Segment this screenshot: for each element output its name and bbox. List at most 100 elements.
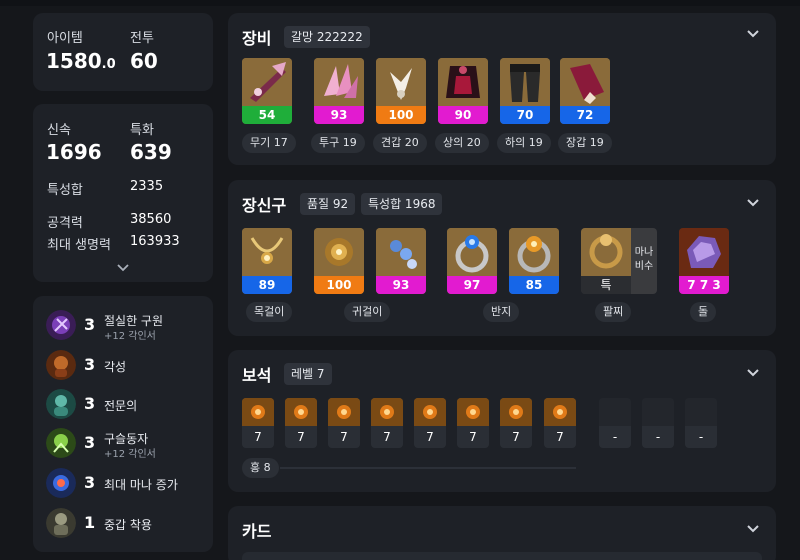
engraving-row[interactable]: 3 최대 마나 증가	[46, 468, 206, 498]
helmet-icon	[314, 58, 364, 106]
equipment-item-helmet[interactable]: 93	[314, 58, 364, 124]
attack-value: 38560	[130, 212, 172, 227]
accessory-ring-1[interactable]: 97	[447, 228, 497, 294]
bracelet-icon	[581, 228, 631, 276]
item-level-label: 아이템	[47, 31, 83, 46]
gem-slot[interactable]: 7	[544, 398, 576, 448]
item-level-decimal: .0	[101, 57, 116, 72]
equipment-item-shoulder[interactable]: 100	[376, 58, 426, 124]
specialization-value: 639	[130, 140, 172, 164]
app-root: 아이템 1580.0 전투 60 신속 1696 특화 639 특성합 2335…	[0, 0, 800, 560]
accessory-ability-stone[interactable]: 7 7 3	[679, 228, 729, 294]
engraving-level: 3	[84, 315, 96, 334]
accessory-label-necklace: 목걸이	[246, 302, 293, 322]
top-strip	[0, 0, 800, 6]
collapse-cards-chevron-icon[interactable]	[746, 524, 760, 534]
grudge-purple-icon	[46, 310, 76, 340]
attack-label: 공격력	[47, 216, 83, 231]
equipment-label-shoulder: 견갑 20	[373, 133, 427, 153]
equipment-item-gloves[interactable]: 72	[560, 58, 610, 124]
equipment-item-chest[interactable]: 90	[438, 58, 488, 124]
gem-level: 7	[328, 426, 360, 448]
item-quality: 85	[509, 276, 559, 294]
earring-icon	[376, 228, 426, 276]
accessory-label-stone: 돌	[690, 302, 717, 322]
ring-icon	[509, 228, 559, 276]
gem-slot[interactable]: 7	[285, 398, 317, 448]
gem-empty-value: -	[599, 426, 631, 448]
equipment-set-badge: 갈망 222222	[284, 26, 370, 48]
gem-icon	[414, 398, 446, 426]
gem-level: 7	[500, 426, 532, 448]
combat-level-label: 전투	[130, 31, 154, 46]
chest-icon	[438, 58, 488, 106]
engraving-level: 1	[84, 513, 96, 532]
equipment-item-pants[interactable]: 70	[500, 58, 550, 124]
engraving-level: 3	[84, 473, 96, 492]
gloves-icon	[560, 58, 610, 106]
engraving-book: +12 각인서	[104, 331, 156, 342]
engraving-row[interactable]: 3 각성	[46, 350, 206, 380]
shoulder-icon	[376, 58, 426, 106]
gem-icon	[242, 398, 274, 426]
item-quality: 89	[242, 276, 292, 294]
item-quality: 93	[376, 276, 426, 294]
gem-slot[interactable]: 7	[414, 398, 446, 448]
max-hp-label: 최대 생명력	[47, 238, 111, 253]
max-hp-value: 163933	[130, 234, 180, 249]
gem-slot[interactable]: 7	[242, 398, 274, 448]
gem-summary-tag: 홍 8	[242, 458, 279, 478]
gem-slot-empty[interactable]: -	[599, 398, 631, 448]
gem-slot[interactable]: 7	[500, 398, 532, 448]
accessory-earring-1[interactable]: 100	[314, 228, 364, 294]
equipment-label-helmet: 투구 19	[311, 133, 365, 153]
specialization-label: 특화	[130, 123, 154, 138]
necklace-icon	[242, 228, 292, 276]
item-quality: 97	[447, 276, 497, 294]
accessory-necklace[interactable]: 89	[242, 228, 292, 294]
equipment-label-chest: 상의 20	[435, 133, 489, 153]
gem-slot[interactable]: 7	[328, 398, 360, 448]
gem-slot-empty[interactable]: -	[685, 398, 717, 448]
gem-icon	[457, 398, 489, 426]
gem-level: 7	[242, 426, 274, 448]
item-quality: 90	[438, 106, 488, 124]
specialist-icon	[46, 389, 76, 419]
accessory-bracelet[interactable]: 특 마나 비수	[581, 228, 657, 294]
engraving-row[interactable]: 3 절실한 구원 +12 각인서	[46, 310, 206, 342]
gem-empty-value: -	[642, 426, 674, 448]
collapse-accessories-chevron-icon[interactable]	[746, 198, 760, 208]
total-stat-value: 2335	[130, 179, 164, 194]
gem-slot[interactable]: 7	[371, 398, 403, 448]
item-level-value: 1580.0	[46, 49, 116, 73]
gem-icon	[328, 398, 360, 426]
equipment-label-pants: 하의 19	[497, 133, 551, 153]
collapse-gems-chevron-icon[interactable]	[746, 368, 760, 378]
equipment-label-gloves: 장갑 19	[558, 133, 612, 153]
engraving-level: 3	[84, 433, 96, 452]
engraving-row[interactable]: 1 중갑 착용	[46, 508, 206, 538]
engraving-row[interactable]: 3 구슬동자 +12 각인서	[46, 428, 206, 460]
combat-level-value: 60	[130, 49, 158, 73]
earring-icon	[314, 228, 364, 276]
gem-slot[interactable]: 7	[457, 398, 489, 448]
engraving-book: +12 각인서	[104, 449, 156, 460]
item-quality: 54	[242, 106, 292, 124]
gem-divider	[280, 467, 576, 469]
gem-slot-empty[interactable]: -	[642, 398, 674, 448]
collapse-equipment-chevron-icon[interactable]	[746, 29, 760, 39]
stone-engrave-values: 7 7 3	[679, 276, 729, 294]
accessory-earring-2[interactable]: 93	[376, 228, 426, 294]
accessory-ring-2[interactable]: 85	[509, 228, 559, 294]
pants-icon	[500, 58, 550, 106]
item-quality: 70	[500, 106, 550, 124]
stats-card: 신속 1696 특화 639 특성합 2335 공격력 38560 최대 생명력…	[33, 104, 213, 282]
engraving-name: 각성	[104, 360, 127, 374]
equipment-item-weapon[interactable]: 54	[242, 58, 292, 124]
gem-level: 7	[371, 426, 403, 448]
engraving-row[interactable]: 3 전문의	[46, 389, 206, 419]
bracelet-tier: 특	[581, 276, 631, 294]
expand-stats-chevron-icon[interactable]	[116, 263, 130, 273]
cards-content-edge	[242, 552, 762, 560]
gem-icon	[371, 398, 403, 426]
